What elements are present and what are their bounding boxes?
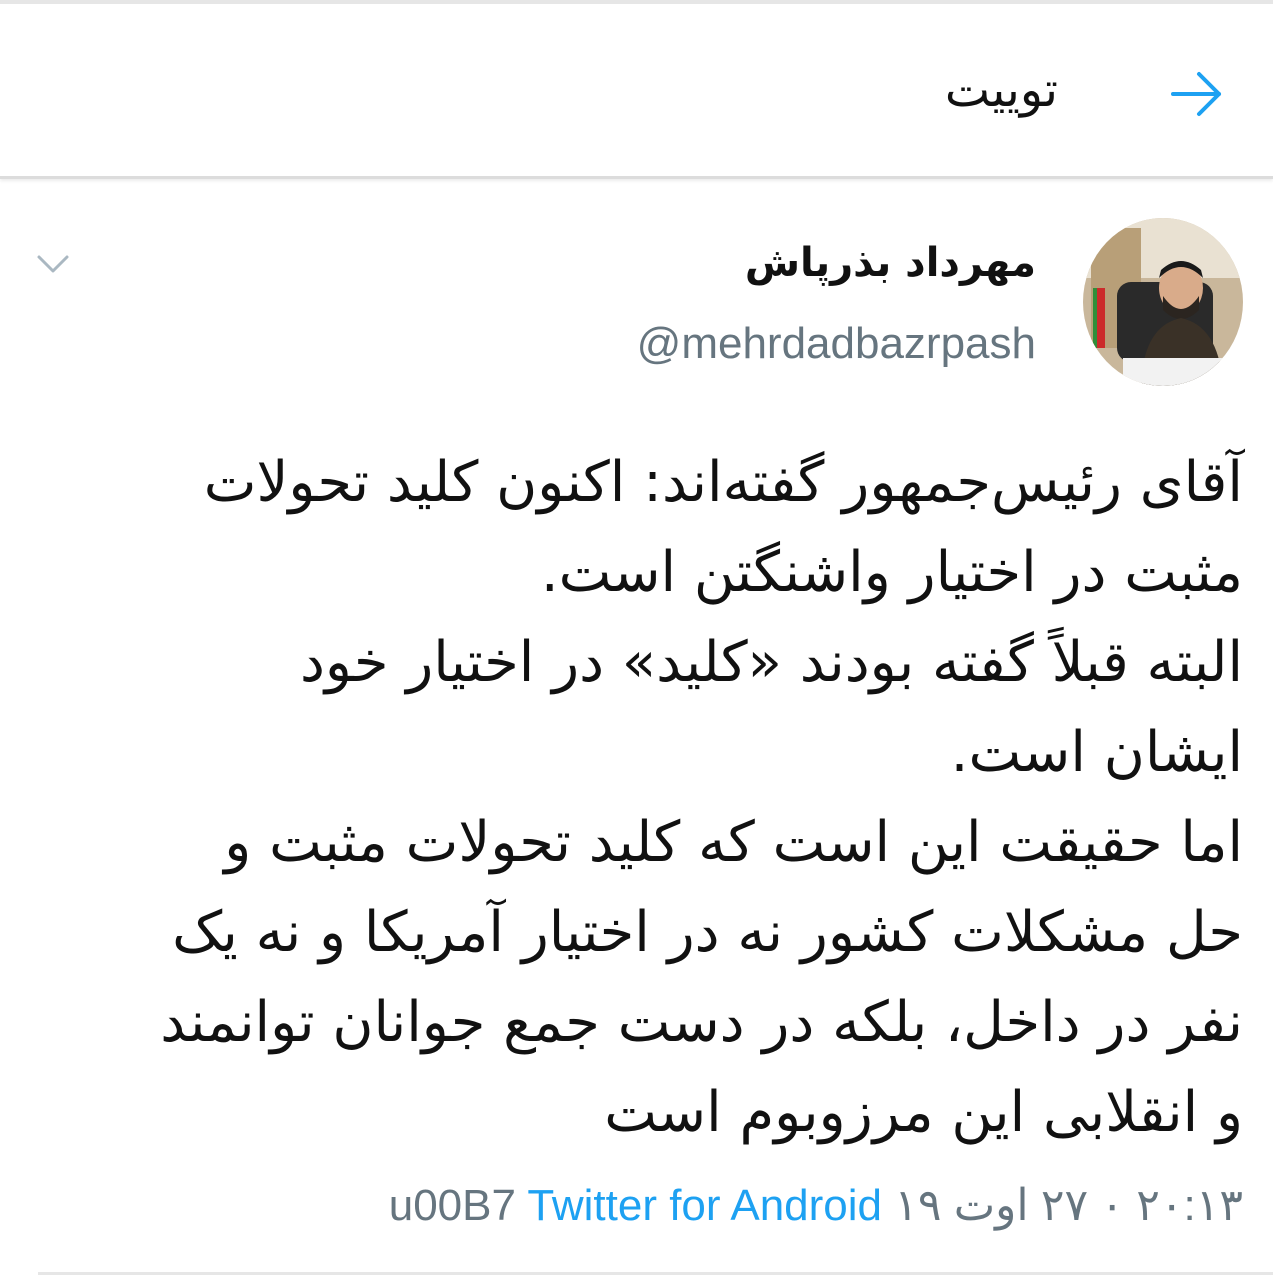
tweet-timestamp: ۲۰:۱۳ ۰ ۲۷ اوت ۱۹ [894, 1181, 1243, 1230]
tweet-line: ایشان است. [950, 720, 1243, 785]
tweet-meta: ۲۰:۱۳ ۰ ۲۷ اوت ۱۹ u00B7 Twitter for Andr… [389, 1176, 1243, 1236]
bottom-divider [38, 1272, 1273, 1275]
profile-photo-icon [1083, 218, 1243, 386]
author-handle[interactable]: @mehrdadbazrpash [637, 316, 1036, 372]
tweet-line: اما حقیقت این است که کلید تحولات مثبت و [224, 810, 1243, 875]
author-display-name[interactable]: مهرداد بذرپاش [745, 235, 1036, 291]
tweet-line: و انقلابی این مرزوبوم است [604, 1080, 1243, 1145]
meta-separator: u00B7 [388, 1181, 516, 1230]
tweet-line: حل مشکلات کشور نه در اختیار آمریکا و نه … [172, 900, 1243, 965]
tweet-line: آقای رئیس‌جمهور گفته‌اند: اکنون کلید تحو… [203, 450, 1243, 515]
tweet-line: نفر در داخل، بلکه در دست جمع جوانان توان… [160, 990, 1243, 1055]
arrow-right-icon[interactable] [1169, 68, 1225, 120]
chevron-down-icon[interactable] [36, 252, 70, 276]
avatar[interactable] [1083, 218, 1243, 386]
app-header: توییت [0, 4, 1273, 179]
tweet-line: مثبت در اختیار واشنگتن است. [540, 540, 1243, 605]
tweet-line: البته قبلاً گفته بودند «کلید» در اختیار … [299, 630, 1243, 695]
tweet-source-link[interactable]: Twitter for Android [527, 1181, 882, 1230]
tweet-body: آقای رئیس‌جمهور گفته‌اند: اکنون کلید تحو… [53, 438, 1243, 1158]
page-title: توییت [944, 62, 1058, 118]
